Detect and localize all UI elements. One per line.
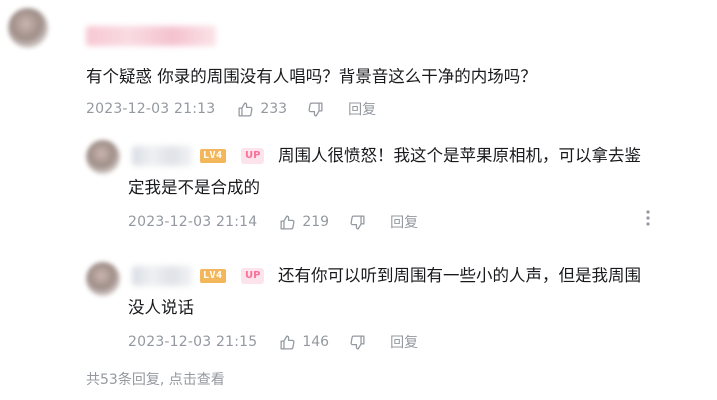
timestamp: 2023-12-03 21:14 xyxy=(128,214,258,230)
like-button[interactable]: 219 xyxy=(279,214,329,231)
reply-avatar[interactable] xyxy=(86,140,120,174)
like-button[interactable]: 233 xyxy=(237,101,287,118)
like-count: 146 xyxy=(302,334,330,350)
reply-meta: 2023-12-03 21:14 219 回复 xyxy=(128,210,418,234)
reply-button[interactable]: 回复 xyxy=(390,212,418,232)
reply-button[interactable]: 回复 xyxy=(390,332,418,352)
reply-text: 周围人很愤怒！我这个是苹果原相机，可以拿去鉴 xyxy=(278,146,641,165)
thumb-down-icon xyxy=(307,101,324,118)
reply-text-continued: 没人说话 xyxy=(128,298,194,317)
level-badge: LV4 xyxy=(200,149,226,163)
dislike-button[interactable] xyxy=(307,101,324,118)
reply-avatar[interactable] xyxy=(86,262,120,296)
dislike-button[interactable] xyxy=(349,214,366,231)
reply-username[interactable] xyxy=(132,266,192,286)
reply-username[interactable] xyxy=(132,146,192,166)
reply-meta: 2023-12-03 21:15 146 回复 xyxy=(128,330,418,354)
like-count: 219 xyxy=(302,214,330,230)
reply-button[interactable]: 回复 xyxy=(348,99,376,119)
username[interactable] xyxy=(86,26,216,46)
comment-meta: 2023-12-03 21:13 233 回复 xyxy=(86,97,376,121)
thumb-down-icon xyxy=(349,214,366,231)
thumb-up-icon xyxy=(279,334,296,351)
thumb-down-icon xyxy=(349,334,366,351)
timestamp: 2023-12-03 21:15 xyxy=(128,334,258,350)
thumb-up-icon xyxy=(279,214,296,231)
more-vertical-icon[interactable] xyxy=(644,208,652,228)
like-count: 233 xyxy=(260,101,288,117)
timestamp: 2023-12-03 21:13 xyxy=(86,101,216,117)
view-all-replies-link[interactable]: 共53条回复, 点击查看 xyxy=(86,369,225,389)
thumb-up-icon xyxy=(237,101,254,118)
reply-text-continued: 定我是不是合成的 xyxy=(128,178,260,197)
like-button[interactable]: 146 xyxy=(279,334,329,351)
up-badge: UP xyxy=(241,268,265,284)
dislike-button[interactable] xyxy=(349,334,366,351)
reply-text: 还有你可以听到周围有一些小的人声，但是我周围 xyxy=(278,266,641,285)
avatar[interactable] xyxy=(8,8,48,48)
level-badge: LV4 xyxy=(200,269,226,283)
up-badge: UP xyxy=(241,148,265,164)
comment-text: 有个疑惑 你录的周围没有人唱吗？背景音这么干净的内场吗？ xyxy=(86,67,537,86)
